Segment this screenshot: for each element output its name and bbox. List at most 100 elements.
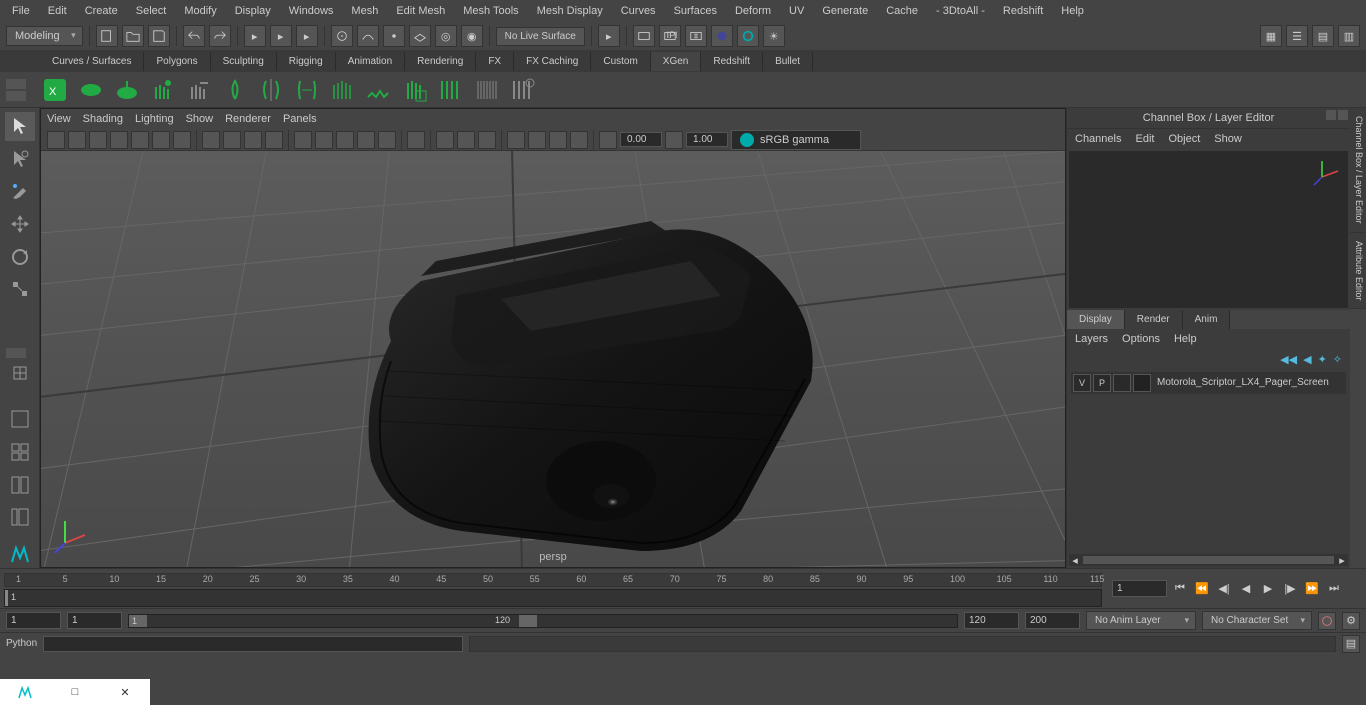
shelf-tab-fx-caching[interactable]: FX Caching — [514, 52, 591, 71]
command-input[interactable] — [43, 636, 463, 652]
channelbox-menu-edit[interactable]: Edit — [1135, 133, 1154, 145]
range-track[interactable]: 1 120 — [128, 614, 958, 628]
render-frame-icon[interactable] — [633, 25, 655, 47]
taskbar-close-icon[interactable]: ✕ — [100, 679, 150, 705]
current-frame-field[interactable]: 1 — [1112, 580, 1167, 597]
snap-live-icon[interactable]: ◎ — [435, 25, 457, 47]
gate-mask-icon[interactable] — [265, 131, 283, 149]
sidetab-channel-box-layer-editor[interactable]: Channel Box / Layer Editor — [1350, 108, 1366, 233]
ipr-render-icon[interactable]: IPR — [659, 25, 681, 47]
toggle-attribute-editor-icon[interactable]: ▤ — [1312, 25, 1334, 47]
layer-menu-help[interactable]: Help — [1174, 333, 1197, 345]
layer-scroll-right-icon[interactable]: ▸ — [1336, 554, 1348, 567]
taskbar-minimize-icon[interactable]: □ — [50, 679, 100, 705]
anim-layer-dropdown[interactable]: No Anim Layer — [1086, 611, 1196, 630]
time-slider-bar[interactable]: 1 — [4, 589, 1102, 607]
render-settings-icon[interactable] — [685, 25, 707, 47]
film-gate-icon[interactable] — [223, 131, 241, 149]
xgen-transfer-icon[interactable] — [292, 75, 322, 105]
menu--dtoall-[interactable]: - 3DtoAll - — [928, 1, 993, 21]
step-forward-frame-icon[interactable]: |▶ — [1281, 580, 1299, 598]
resolution-gate-icon[interactable] — [244, 131, 262, 149]
channelbox-menu-show[interactable]: Show — [1214, 133, 1242, 145]
menu-deform[interactable]: Deform — [727, 1, 779, 21]
step-back-frame-icon[interactable]: ◀| — [1215, 580, 1233, 598]
layer-move-down-icon[interactable]: ◀ — [1303, 353, 1311, 366]
layer-display-type-toggle[interactable] — [1113, 374, 1131, 392]
gamma-icon[interactable] — [665, 131, 683, 149]
xgen-preview-icon[interactable] — [508, 75, 538, 105]
animation-prefs-icon[interactable]: ⚙ — [1342, 612, 1360, 630]
shadows-icon[interactable] — [378, 131, 396, 149]
character-set-dropdown[interactable]: No Character Set — [1202, 611, 1312, 630]
layer-new-selected-icon[interactable]: ✧ — [1333, 353, 1342, 366]
textured-icon[interactable] — [336, 131, 354, 149]
xgen-clump-icon[interactable] — [364, 75, 394, 105]
xgen-guide-mirror-icon[interactable] — [256, 75, 286, 105]
layer-visibility-toggle[interactable]: V — [1073, 374, 1091, 392]
shelf-tab-fx[interactable]: FX — [476, 52, 514, 71]
select-camera-icon[interactable] — [47, 131, 65, 149]
range-handle-start[interactable]: 1 — [129, 615, 147, 627]
isolate-select-icon[interactable] — [407, 131, 425, 149]
grease-pencil-icon[interactable] — [173, 131, 191, 149]
shelf-tab-rendering[interactable]: Rendering — [405, 52, 476, 71]
2d-pan-icon[interactable] — [152, 131, 170, 149]
exposure-icon[interactable] — [599, 131, 617, 149]
step-back-key-icon[interactable]: ⏪ — [1193, 580, 1211, 598]
menu-cache[interactable]: Cache — [878, 1, 926, 21]
range-max-field[interactable]: 200 — [1025, 612, 1080, 629]
snap-point-icon[interactable] — [383, 25, 405, 47]
xray-joints-icon[interactable] — [457, 131, 475, 149]
play-forward-icon[interactable]: ▶ — [1259, 580, 1277, 598]
toggle-modeling-toolkit-icon[interactable]: ▦ — [1260, 25, 1282, 47]
exposure-field[interactable]: 0.00 — [620, 132, 662, 147]
menu-create[interactable]: Create — [77, 1, 126, 21]
layer-name-label[interactable]: Motorola_Scriptor_LX4_Pager_Screen — [1153, 377, 1344, 388]
colorspace-dropdown[interactable]: sRGB gamma — [731, 130, 861, 150]
toggle-outliner-icon[interactable]: ☰ — [1286, 25, 1308, 47]
range-handle-end[interactable]: 120 — [519, 615, 537, 627]
layer-scroll-left-icon[interactable]: ◂ — [1069, 554, 1081, 567]
xgen-guide-toggle-icon[interactable] — [220, 75, 250, 105]
menu-generate[interactable]: Generate — [814, 1, 876, 21]
layer-move-up-icon[interactable]: ◀◀ — [1280, 353, 1297, 366]
select-hierarchy-icon[interactable]: ▸ — [244, 25, 266, 47]
auto-keyframe-toggle-icon[interactable] — [1318, 612, 1336, 630]
lock-camera-icon[interactable] — [68, 131, 86, 149]
panel-menu-show[interactable]: Show — [186, 111, 214, 127]
shelf-editor-icon[interactable] — [6, 348, 26, 358]
playback-end-field[interactable]: 120 — [964, 612, 1019, 629]
xgen-groom-delete-icon[interactable] — [184, 75, 214, 105]
shelf-tab-rigging[interactable]: Rigging — [277, 52, 336, 71]
menu-select[interactable]: Select — [128, 1, 175, 21]
viewport-3d[interactable]: persp — [41, 151, 1065, 567]
xgen-create-description-icon[interactable] — [76, 75, 106, 105]
bookmark-icon[interactable] — [110, 131, 128, 149]
snap-plane-icon[interactable] — [409, 25, 431, 47]
save-scene-icon[interactable] — [148, 25, 170, 47]
xgen-wires-icon[interactable] — [436, 75, 466, 105]
panel-undock-icon[interactable] — [1326, 110, 1336, 120]
snap-curve-icon[interactable] — [357, 25, 379, 47]
shelf-tab-curves-surfaces[interactable]: Curves / Surfaces — [40, 52, 144, 71]
menu-curves[interactable]: Curves — [613, 1, 664, 21]
use-lights-icon[interactable] — [357, 131, 375, 149]
dof-icon[interactable] — [570, 131, 588, 149]
menu-help[interactable]: Help — [1053, 1, 1092, 21]
menu-redshift[interactable]: Redshift — [995, 1, 1051, 21]
open-scene-icon[interactable] — [122, 25, 144, 47]
construction-history-icon[interactable]: ▸ — [598, 25, 620, 47]
snap-grid-icon[interactable] — [331, 25, 353, 47]
hypershade-icon[interactable] — [711, 25, 733, 47]
wireframe-icon[interactable] — [294, 131, 312, 149]
panel-menu-renderer[interactable]: Renderer — [225, 111, 271, 127]
layer-tab-display[interactable]: Display — [1067, 310, 1125, 329]
ao-icon[interactable] — [507, 131, 525, 149]
panel-menu-shading[interactable]: Shading — [83, 111, 123, 127]
menu-edit-mesh[interactable]: Edit Mesh — [388, 1, 453, 21]
shelf-tab-bullet[interactable]: Bullet — [763, 52, 813, 71]
layer-new-empty-icon[interactable]: ✦ — [1318, 353, 1327, 366]
menu-edit[interactable]: Edit — [40, 1, 75, 21]
multisample-icon[interactable] — [549, 131, 567, 149]
